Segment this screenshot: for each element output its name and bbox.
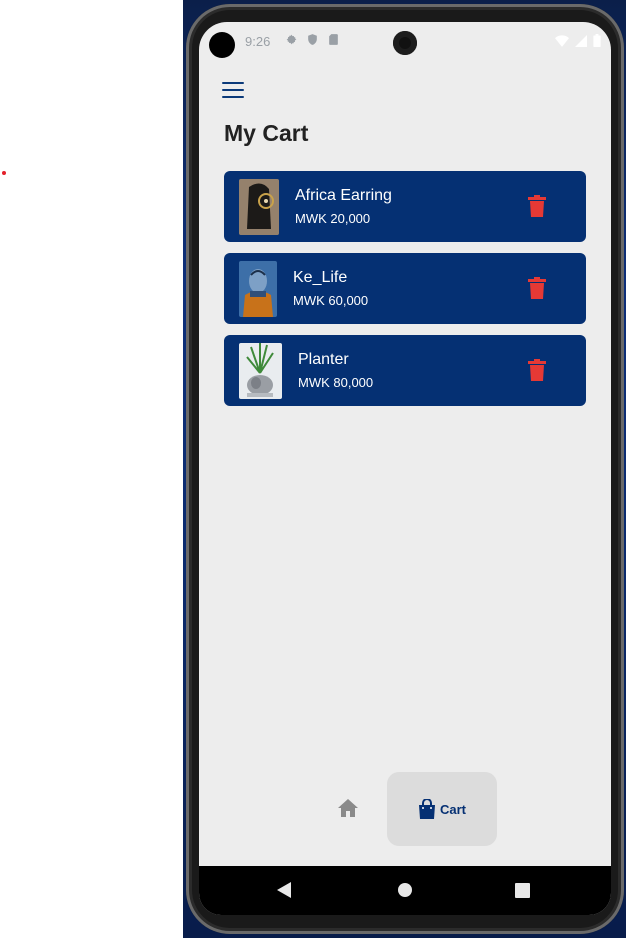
item-name: Africa Earring <box>295 187 392 204</box>
cart-list: Africa Earring MWK 20,000 Ke_Life MWK 60… <box>224 171 586 417</box>
wifi-icon <box>555 34 569 47</box>
cart-item[interactable]: Africa Earring MWK 20,000 <box>224 171 586 242</box>
battery-icon <box>593 34 601 47</box>
shield-icon <box>308 34 317 45</box>
delete-button[interactable] <box>528 277 546 299</box>
system-home-button[interactable] <box>398 883 412 897</box>
item-price: MWK 80,000 <box>298 375 374 390</box>
home-icon <box>338 799 358 817</box>
item-price: MWK 60,000 <box>293 293 369 308</box>
cart-item[interactable]: Ke_Life MWK 60,000 <box>224 253 586 324</box>
menu-icon <box>222 82 244 84</box>
camera-cutout-center <box>393 31 417 55</box>
camera-cutout-left <box>209 32 235 58</box>
delete-button[interactable] <box>528 195 546 217</box>
trash-icon <box>528 359 546 381</box>
trash-icon <box>528 277 546 299</box>
page-title: My Cart <box>224 120 309 146</box>
item-name: Ke_Life <box>293 269 348 286</box>
menu-button[interactable] <box>221 80 245 100</box>
trash-icon <box>528 195 546 217</box>
signal-icon <box>575 34 587 47</box>
recents-button[interactable] <box>515 883 530 898</box>
product-thumbnail <box>239 343 282 399</box>
status-bar: 9:26 <box>199 22 611 62</box>
phone-screen: 9:26 My Cart Africa Earring MWK 20,000 K… <box>199 22 611 915</box>
sd-card-icon <box>329 34 338 45</box>
bottom-navigation: Cart <box>199 770 611 850</box>
product-thumbnail <box>239 261 277 317</box>
system-navigation-bar <box>199 866 611 915</box>
settings-icon <box>286 34 297 45</box>
tab-cart-label: Cart <box>439 801 466 817</box>
cart-item[interactable]: Planter MWK 80,000 <box>224 335 586 406</box>
product-thumbnail <box>239 179 279 235</box>
item-price: MWK 20,000 <box>295 211 371 226</box>
stray-red-dot <box>2 171 6 175</box>
back-button[interactable] <box>277 882 291 898</box>
status-time: 9:26 <box>245 34 271 49</box>
item-name: Planter <box>298 351 349 368</box>
tab-cart[interactable]: Cart <box>387 772 497 846</box>
delete-button[interactable] <box>528 359 546 381</box>
shopping-bag-icon <box>418 799 435 819</box>
home-button[interactable] <box>336 796 360 820</box>
